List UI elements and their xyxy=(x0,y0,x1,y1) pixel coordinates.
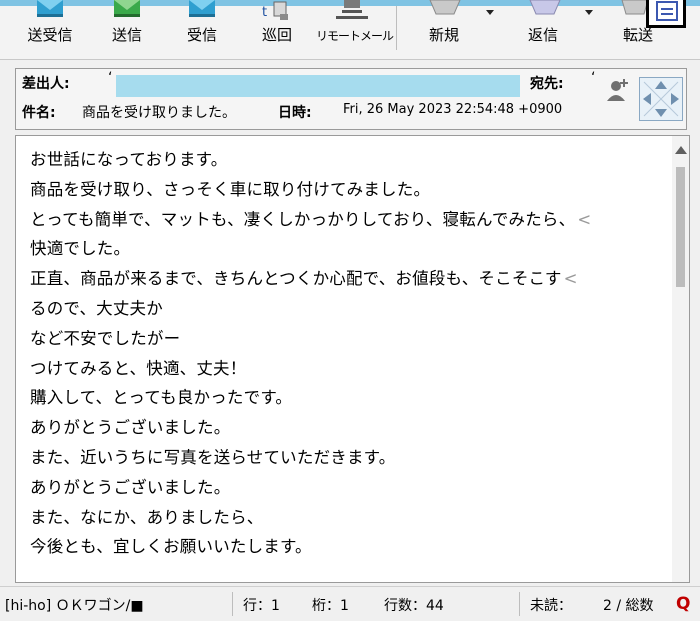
to-label: 宛先: xyxy=(530,76,564,92)
status-q-icon[interactable]: Q xyxy=(676,594,694,614)
wrap-marker: < xyxy=(577,209,592,229)
send-receive-label: 送受信 xyxy=(27,26,73,44)
body-line-text: とっても簡単で、マットも、凄くしかっかりしており、寝転んでみたら、 xyxy=(30,209,576,229)
body-line: とっても簡単で、マットも、凄くしかっかりしており、寝転んでみたら、 < xyxy=(30,205,660,235)
body-line: また、なにか、ありましたら、 xyxy=(30,503,660,533)
to-quote-mark: ‘ xyxy=(591,70,596,86)
send-receive-icon xyxy=(37,0,63,17)
new-mail-button[interactable]: 新規 xyxy=(412,0,476,58)
send-label: 送信 xyxy=(111,26,142,44)
body-line: 正直、商品が来るまで、きちんとつくか心配で、お値段も、そこそこす < xyxy=(30,264,660,294)
wrap-marker: < xyxy=(563,269,578,289)
reply-icon xyxy=(529,0,561,15)
scroll-thumb[interactable] xyxy=(676,167,685,287)
header-nav-pad[interactable] xyxy=(639,77,683,121)
scroll-up-arrow[interactable] xyxy=(675,146,687,154)
message-body[interactable]: お世話になっております。商品を受け取り、さっそく車に取り付けてみました。とっても… xyxy=(15,135,690,583)
body-line-text: 正直、商品が来るまで、きちんとつくか心配で、お値段も、そこそこす xyxy=(30,269,562,289)
body-line-text: など不安でしたがー xyxy=(30,328,181,348)
body-line: 商品を受け取り、さっそく車に取り付けてみました。 xyxy=(30,175,660,205)
body-line: お世話になっております。 xyxy=(30,145,660,175)
remote-mail-icon xyxy=(336,0,368,19)
body-line-text: 今後とも、宜しくお願いいたします。 xyxy=(30,537,312,557)
body-line: 購入して、とっても良かったです。 xyxy=(30,383,660,413)
from-address-redacted xyxy=(116,75,520,97)
date-value: Fri, 26 May 2023 22:54:48 +0900 xyxy=(343,102,563,117)
new-mail-icon xyxy=(429,0,461,15)
svg-text:t: t xyxy=(262,5,267,20)
receive-icon xyxy=(189,0,215,17)
status-unread-label: 未読： xyxy=(530,598,572,614)
reply-label: 返信 xyxy=(527,26,558,44)
body-line-text: お世話になっております。 xyxy=(30,150,228,169)
body-line-text: 商品を受け取り、さっそく車に取り付けてみました。 xyxy=(30,179,431,199)
body-line: ありがとうございました。 xyxy=(30,413,660,443)
receive-button[interactable]: 受信 xyxy=(170,0,234,58)
status-line-count: 行数：44 xyxy=(384,598,444,614)
mail-list-glyph-icon xyxy=(656,1,678,21)
body-line-text: ありがとうございました。 xyxy=(30,418,231,438)
toolbar: 送受信 送信 受信 t 巡回 リモートメール 新規 返信 転送 xyxy=(0,0,700,60)
patrol-button[interactable]: t 巡回 xyxy=(245,0,309,58)
from-quote-mark: ‘ xyxy=(108,70,113,86)
status-row: 行：1 xyxy=(243,598,280,614)
message-header: 差出人: ‘ 宛先: ‘ 件名: 商品を受け取りました。 日時: Fri, 26… xyxy=(15,68,687,130)
nav-arrows-icon xyxy=(643,81,679,117)
reply-button[interactable]: 返信 xyxy=(508,0,578,58)
toolbar-separator xyxy=(396,6,397,50)
body-line: 今後とも、宜しくお願いいたします。 xyxy=(30,532,660,562)
body-scrollbar[interactable] xyxy=(672,136,689,582)
status-separator xyxy=(519,592,520,616)
patrol-icon: t xyxy=(262,1,288,20)
status-separator xyxy=(232,592,233,616)
subject-value: 商品を受け取りました。 xyxy=(82,105,236,121)
mail-list-icon[interactable] xyxy=(646,0,686,28)
new-mail-dropdown-arrow[interactable] xyxy=(486,10,494,15)
new-mail-label: 新規 xyxy=(428,26,459,44)
status-account: [hi-ho] ＯＫワゴン/■ xyxy=(5,598,144,614)
body-line: 快適でした。 xyxy=(30,234,660,264)
date-label: 日時: xyxy=(278,105,312,121)
subject-label: 件名: xyxy=(22,105,56,121)
body-line: つけてみると、快適、丈夫！ xyxy=(30,354,660,384)
send-icon xyxy=(114,0,140,17)
status-column: 桁：1 xyxy=(312,598,349,614)
body-line-text: ありがとうございました。 xyxy=(30,477,231,497)
from-label: 差出人: xyxy=(22,76,70,92)
body-line-text: 快適でした。 xyxy=(30,239,131,259)
add-contact-icon[interactable] xyxy=(605,77,631,103)
body-line: など不安でしたがー xyxy=(30,324,660,354)
patrol-label: 巡回 xyxy=(261,26,292,44)
remote-mail-label: リモートメール xyxy=(316,29,394,43)
body-line-text: また、なにか、ありましたら、 xyxy=(30,507,264,527)
body-line: ありがとうございました。 xyxy=(30,473,660,503)
body-line: また、近いうちに写真を送らせていただきます。 xyxy=(30,443,660,473)
message-body-text: お世話になっております。商品を受け取り、さっそく車に取り付けてみました。とっても… xyxy=(30,145,660,562)
send-button[interactable]: 送信 xyxy=(95,0,159,58)
receive-label: 受信 xyxy=(186,26,217,44)
body-line: るので、大丈夫か xyxy=(30,294,660,324)
send-receive-button[interactable]: 送受信 xyxy=(14,0,86,58)
reply-dropdown-arrow[interactable] xyxy=(585,10,593,15)
remote-mail-button[interactable]: リモートメール xyxy=(316,0,394,58)
body-line-text: 購入して、とっても良かったです。 xyxy=(30,388,293,408)
body-line-text: また、近いうちに写真を送らせていただきます。 xyxy=(30,447,396,467)
status-bar: [hi-ho] ＯＫワゴン/■ 行：1 桁：1 行数：44 未読： 2 / 総数… xyxy=(0,586,700,621)
body-line-text: るので、大丈夫か xyxy=(30,298,163,318)
status-unread-total: 2 / 総数 xyxy=(603,598,654,614)
body-line-text: つけてみると、快適、丈夫！ xyxy=(30,358,247,378)
